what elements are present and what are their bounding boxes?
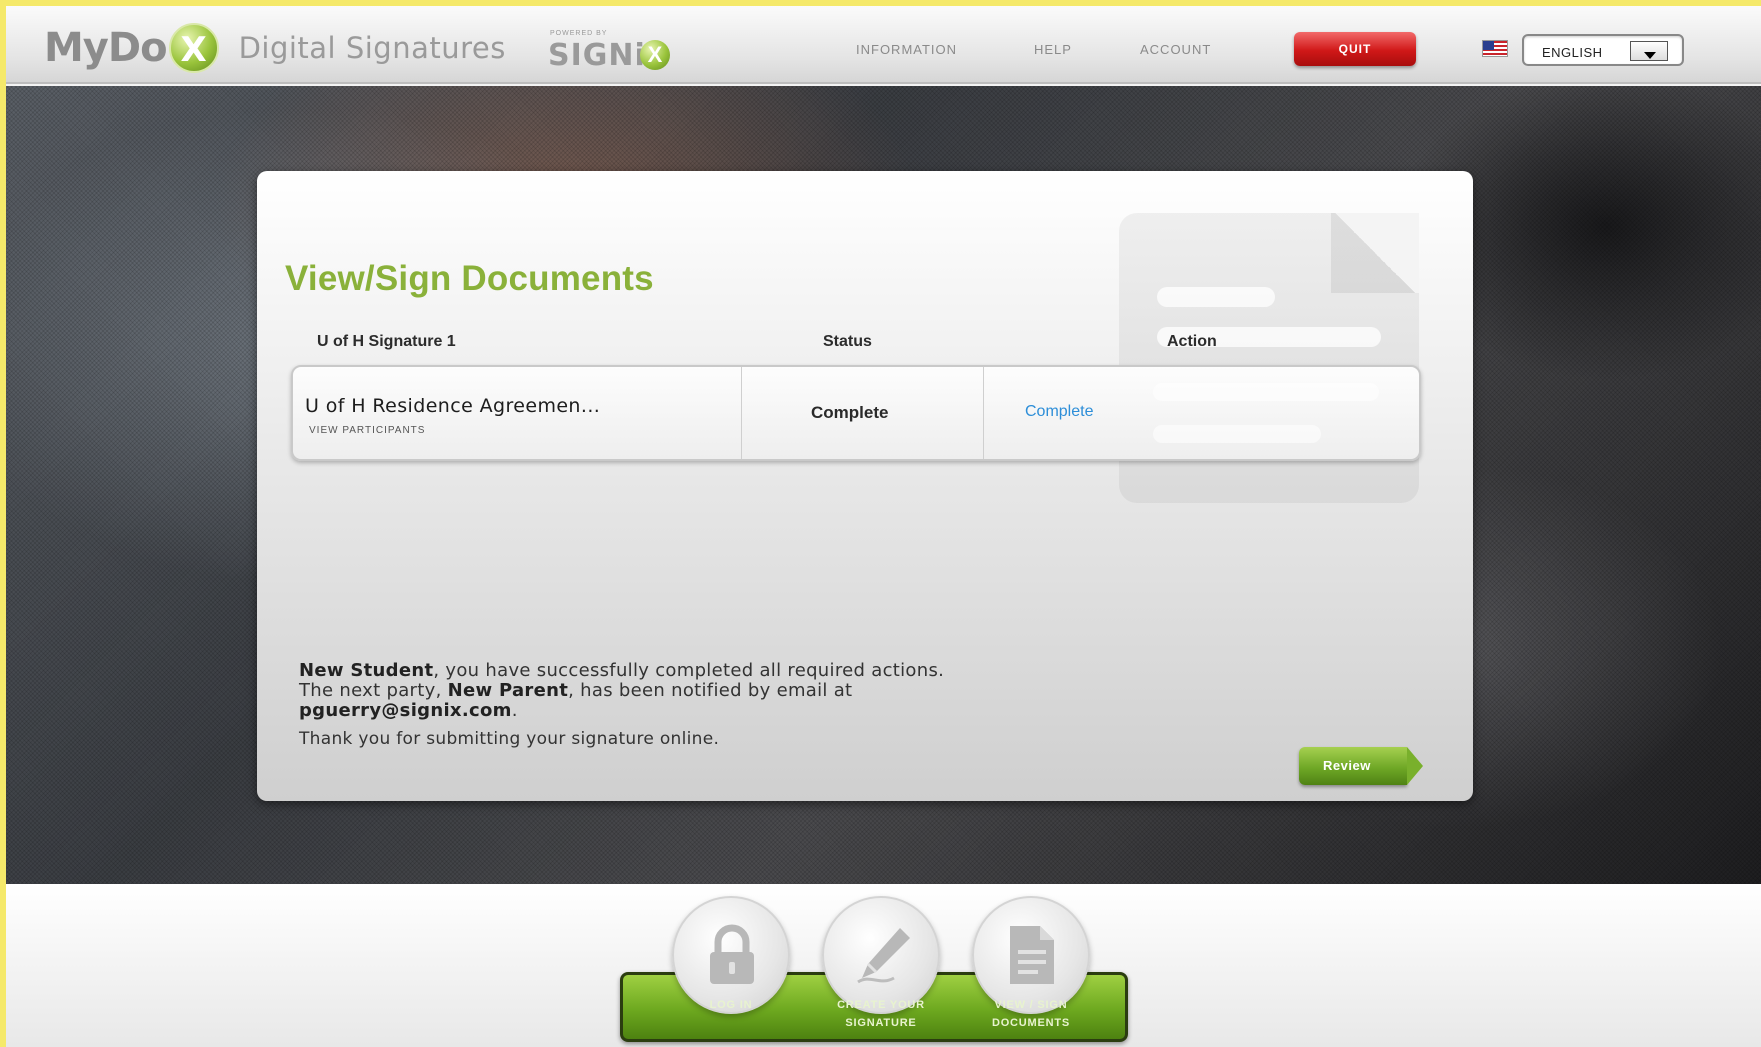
step-label-login[interactable]: LOG IN: [656, 996, 806, 1014]
pen-icon: [857, 928, 910, 984]
nav-help[interactable]: HELP: [1034, 42, 1072, 57]
us-flag-icon: [1482, 40, 1508, 57]
document-status: Complete: [811, 403, 889, 422]
message-line2: , has been notified by email at: [568, 680, 853, 701]
top-bar: MyDo X Digital Signatures POWERED BY SIG…: [6, 6, 1761, 84]
message-line1: , you have successfully completed all re…: [433, 660, 945, 681]
next-party: New Parent: [447, 680, 569, 701]
column-header-status: Status: [823, 333, 872, 350]
nav-account[interactable]: ACCOUNT: [1140, 42, 1211, 57]
step-label-create-line2: SIGNATURE: [845, 1017, 917, 1029]
logo-text: MyDo: [44, 25, 168, 71]
powered-by-label: POWERED BY: [550, 30, 608, 37]
column-header-document: U of H Signature 1: [317, 333, 456, 350]
nav-information[interactable]: INFORMATION: [856, 42, 957, 57]
email-suffix: .: [511, 700, 518, 721]
column-header-action: Action: [1167, 333, 1217, 350]
current-party: New Student: [299, 660, 434, 681]
document-name[interactable]: U of H Residence Agreemen...: [305, 395, 600, 417]
logo-subtitle: Digital Signatures: [238, 31, 506, 65]
language-select[interactable]: ENGLISH: [1522, 34, 1684, 66]
language-value: ENGLISH: [1542, 45, 1603, 60]
logo-x-icon: X: [168, 23, 219, 73]
page-title: View/Sign Documents: [285, 259, 654, 298]
step-label-create-signature[interactable]: CREATE YOUR SIGNATURE: [806, 996, 956, 1032]
view-sign-panel: View/Sign Documents U of H Signature 1 S…: [257, 171, 1473, 801]
mydox-logo[interactable]: MyDo X Digital Signatures: [44, 23, 506, 73]
step-label-view-line2: DOCUMENTS: [991, 1017, 1071, 1029]
thank-you-message: Thank you for submitting your signature …: [299, 729, 720, 749]
quit-button[interactable]: QUIT: [1294, 32, 1416, 66]
review-button[interactable]: Review: [1299, 747, 1423, 785]
lock-icon: [710, 924, 754, 984]
powered-by-signix: POWERED BY SIGNi X: [548, 30, 678, 73]
signix-brand: SIGNi: [548, 38, 646, 73]
step-label-create-line1: CREATE YOUR: [837, 999, 925, 1011]
view-participants-link[interactable]: VIEW PARTICIPANTS: [309, 425, 425, 436]
step-label-login-line1: LOG IN: [709, 999, 753, 1011]
chevron-down-icon[interactable]: [1630, 41, 1668, 61]
step-label-view-sign[interactable]: VIEW / SIGN DOCUMENTS: [956, 996, 1106, 1032]
document-action-link[interactable]: Complete: [1025, 403, 1093, 421]
message-line2-prefix: The next party,: [299, 680, 448, 701]
progress-footer: LOG IN CREATE YOUR SIGNATURE VIEW / SIGN…: [6, 884, 1761, 1047]
completion-message: New Student, you have successfully compl…: [299, 661, 1199, 721]
step-label-view-line1: VIEW / SIGN: [994, 999, 1068, 1011]
document-icon: [1010, 926, 1054, 984]
signix-x-icon: X: [640, 40, 670, 70]
document-row: U of H Residence Agreemen... VIEW PARTIC…: [291, 365, 1421, 461]
notification-email: pguerry@signix.com: [299, 700, 512, 721]
app-window: MyDo X Digital Signatures POWERED BY SIG…: [6, 6, 1761, 1047]
